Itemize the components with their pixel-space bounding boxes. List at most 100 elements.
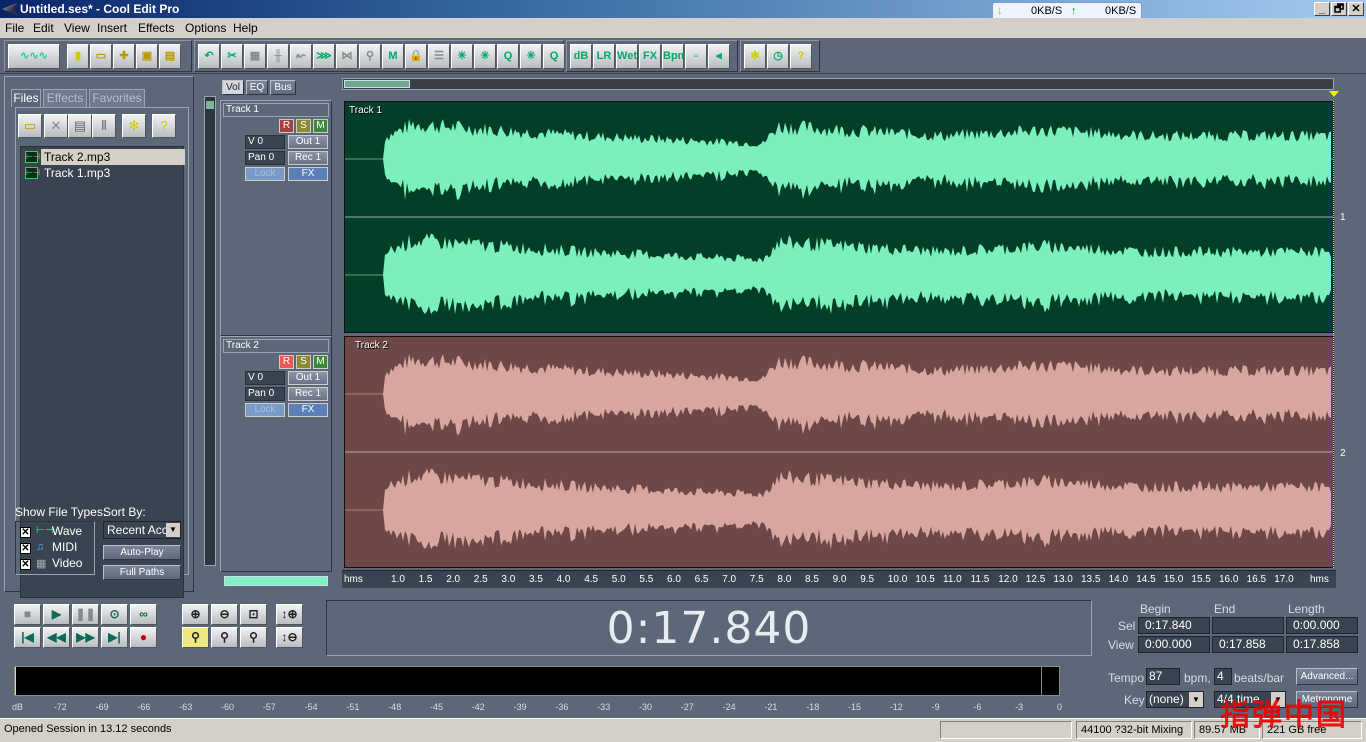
tab-favorites[interactable]: Favorites	[89, 89, 145, 107]
cut-icon[interactable]: ✂	[221, 44, 243, 69]
mute-button[interactable]: M	[313, 119, 328, 133]
pan-field[interactable]: Pan 0	[245, 151, 285, 165]
stop-icon[interactable]: ■	[14, 604, 41, 625]
close-file-icon[interactable]: ✕	[44, 114, 68, 138]
output-button[interactable]: Out 1	[288, 135, 328, 149]
settings-icon[interactable]: ✻	[744, 44, 766, 69]
sel-length-field[interactable]: 0:00.000	[1286, 617, 1358, 634]
waveform-view-toggle-icon[interactable]: ∿∿∿	[8, 44, 60, 69]
file-item[interactable]: ⊢⊣ Track 1.mp3	[23, 165, 185, 181]
fx-envelope-icon[interactable]: FX	[639, 44, 661, 69]
help-icon[interactable]: ?	[790, 44, 812, 69]
fx-button[interactable]: FX	[288, 403, 328, 417]
tab-files[interactable]: Files	[11, 89, 41, 107]
sel-end-field[interactable]	[1212, 617, 1284, 634]
pause-icon[interactable]: ❚❚	[72, 604, 99, 625]
menu-insert[interactable]: Insert	[97, 21, 127, 35]
view-begin-field[interactable]: 0:00.000	[1138, 636, 1210, 653]
track-1-waveform[interactable]: Track 1	[344, 101, 1334, 333]
pan-field[interactable]: Pan 0	[245, 387, 285, 401]
beats-field[interactable]: 4	[1214, 668, 1232, 685]
pan-envelope-icon[interactable]: LR	[593, 44, 615, 69]
midi-checkbox[interactable]: ✕	[20, 543, 31, 554]
zoom-in-horizontal-icon[interactable]: ⊕	[182, 604, 209, 625]
loop-icon[interactable]: ∞	[130, 604, 157, 625]
record-icon[interactable]: ●	[130, 627, 157, 648]
align-icon[interactable]: ☰	[428, 44, 450, 69]
record-arm-button[interactable]: R	[279, 355, 294, 369]
file-item[interactable]: ⊢⊣ Track 2.mp3	[23, 149, 185, 165]
playhead-marker-icon[interactable]	[1329, 91, 1339, 97]
punch-icon[interactable]: ⫷	[708, 44, 730, 69]
copy-edit-icon[interactable]: ▦	[244, 44, 266, 69]
zoom-out-vertical-icon[interactable]: ↕⊖	[276, 627, 303, 648]
chevron-down-icon[interactable]: ▼	[1189, 692, 1203, 707]
mute-button[interactable]: M	[313, 355, 328, 369]
tab-bus[interactable]: Bus	[270, 80, 296, 95]
save-all-icon[interactable]: ▤	[159, 44, 181, 69]
track-name[interactable]: Track 2	[223, 339, 329, 353]
go-to-start-icon[interactable]: |◀	[14, 627, 41, 648]
zoom-to-selection-icon[interactable]: ⚲	[240, 627, 267, 648]
open-file-icon[interactable]: ▭	[18, 114, 42, 138]
tab-vol[interactable]: Vol	[222, 80, 244, 95]
fx-button[interactable]: FX	[288, 167, 328, 181]
sort-by-dropdown[interactable]: Recent Acc ▼	[103, 521, 181, 539]
tab-eq[interactable]: EQ	[246, 80, 268, 95]
full-paths-button[interactable]: Full Paths	[103, 565, 181, 580]
menu-options[interactable]: Options	[185, 21, 226, 35]
tab-effects[interactable]: Effects	[43, 89, 87, 107]
insert-into-waveform-icon[interactable]: ⫴	[92, 114, 116, 138]
rewind-icon[interactable]: ◀◀	[43, 627, 70, 648]
open-folder-icon[interactable]: ▭	[90, 44, 112, 69]
clip-indicator[interactable]	[1041, 667, 1059, 695]
new-file-icon[interactable]: ▮	[67, 44, 89, 69]
minimize-button[interactable]: _	[1314, 2, 1330, 16]
overview-view-indicator[interactable]	[344, 80, 410, 88]
volume-field[interactable]: V 0	[245, 371, 285, 385]
wet-envelope-icon[interactable]: Wet	[616, 44, 638, 69]
mix-icon[interactable]: ⚲	[359, 44, 381, 69]
lock-button[interactable]: Lock	[245, 167, 285, 181]
volume-field[interactable]: V 0	[245, 135, 285, 149]
close-button[interactable]: ✕	[1348, 2, 1364, 16]
vertical-scrollbar[interactable]	[204, 96, 216, 566]
merge-icon[interactable]: ⋙	[313, 44, 335, 69]
scroll-thumb[interactable]	[206, 101, 214, 109]
record-input-button[interactable]: Rec 1	[288, 387, 328, 401]
go-to-end-icon[interactable]: ▶|	[101, 627, 128, 648]
record-arm-button[interactable]: R	[279, 119, 294, 133]
solo-button[interactable]: S	[296, 119, 311, 133]
quantize-icon[interactable]: Q	[497, 44, 519, 69]
zoom-out-horizontal-icon[interactable]: ⊖	[211, 604, 238, 625]
fast-forward-icon[interactable]: ▶▶	[72, 627, 99, 648]
record-input-button[interactable]: Rec 1	[288, 151, 328, 165]
bpm-envelope-icon[interactable]: Bpm	[662, 44, 687, 69]
time-stretch-icon[interactable]: ✳	[451, 44, 473, 69]
wave-checkbox[interactable]: ✕	[20, 527, 31, 538]
solo-button[interactable]: S	[296, 355, 311, 369]
menu-effects[interactable]: Effects	[138, 21, 174, 35]
pitch-icon[interactable]: ✳	[474, 44, 496, 69]
play-to-end-icon[interactable]: ⊙	[101, 604, 128, 625]
play-icon[interactable]: ▶	[43, 604, 70, 625]
zoom-in-vertical-icon[interactable]: ↕⊕	[276, 604, 303, 625]
auto-play-button[interactable]: Auto-Play	[103, 545, 181, 560]
insert-into-session-icon[interactable]: ▤	[68, 114, 92, 138]
time-ruler[interactable]: hms 1.0 1.5 2.0 2.5 3.0 3.5 4.0 4.5 5.0 5.5 6.0 6.5…	[342, 570, 1336, 588]
lock-button[interactable]: Lock	[245, 403, 285, 417]
menu-edit[interactable]: Edit	[33, 21, 54, 35]
queue-icon[interactable]: Q	[543, 44, 565, 69]
undo-icon[interactable]: ↶	[198, 44, 220, 69]
menu-view[interactable]: View	[64, 21, 90, 35]
insert-file-icon[interactable]: ✚	[113, 44, 135, 69]
split-icon[interactable]: ╫	[267, 44, 289, 69]
output-button[interactable]: Out 1	[288, 371, 328, 385]
overview-bar[interactable]	[342, 78, 1334, 90]
menu-file[interactable]: File	[5, 21, 24, 35]
key-dropdown[interactable]: (none) ▼	[1146, 691, 1204, 708]
route-icon[interactable]: ↜	[290, 44, 312, 69]
video-checkbox[interactable]: ✕	[20, 559, 31, 570]
insert-mix-icon[interactable]: M	[382, 44, 404, 69]
advanced-button[interactable]: Advanced...	[1296, 668, 1358, 685]
